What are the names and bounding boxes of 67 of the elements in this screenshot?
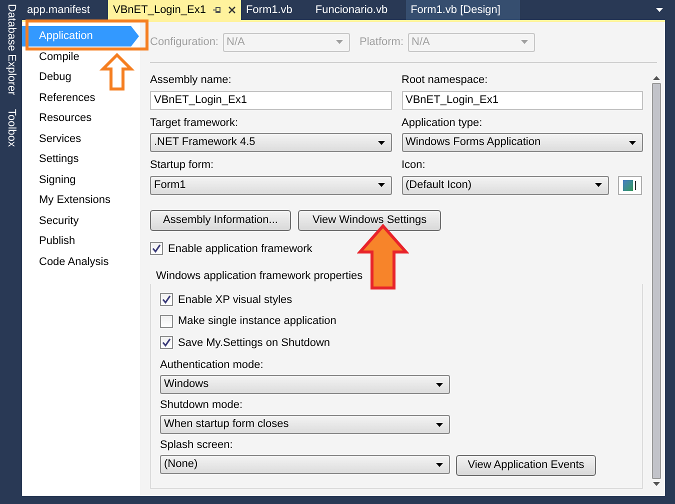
dropdown[interactable]: .NET Framework 4.5: [150, 133, 392, 152]
dropdown-caret-icon: [436, 422, 443, 426]
document-tab[interactable]: Funcionario.vb: [310, 0, 406, 20]
pin-icon[interactable]: [212, 6, 222, 14]
dropdown[interactable]: Windows: [160, 375, 450, 394]
dropdown-caret-icon: [629, 140, 636, 144]
sidebar-item[interactable]: References: [22, 88, 140, 108]
sidebar-item[interactable]: Compile: [22, 46, 140, 67]
side-panel-tab[interactable]: Database Explorer: [2, 4, 20, 96]
dropdown-caret-icon: [436, 462, 443, 466]
push-button[interactable]: View Application Events: [456, 455, 596, 476]
checkbox-label: Enable XP visual styles: [178, 292, 292, 308]
dropdown-caret-icon: [436, 382, 443, 386]
sidebar-item[interactable]: Settings: [22, 149, 140, 170]
sidebar-item[interactable]: Security: [22, 210, 140, 231]
dropdown[interactable]: (Default Icon): [402, 176, 608, 194]
dropdown[interactable]: Form1: [150, 176, 392, 194]
sidebar-item[interactable]: Code Analysis: [22, 252, 140, 272]
sidebar-item[interactable]: Publish: [22, 231, 140, 252]
field-label: Target framework:: [150, 116, 240, 130]
dropdown-caret-icon: [378, 183, 384, 187]
sidebar-item[interactable]: Debug: [22, 67, 140, 88]
field-label: Icon:: [402, 158, 426, 173]
dropdown-caret-icon: [520, 40, 528, 44]
dropdown[interactable]: When startup form closes: [160, 415, 450, 434]
push-button[interactable]: Assembly Information...: [150, 210, 291, 230]
icon-preview: [618, 176, 642, 194]
arrow-icon: [99, 52, 135, 90]
dropdown[interactable]: Windows Forms Application: [402, 133, 643, 152]
checkbox-label: Make single instance application: [178, 314, 336, 329]
field-label: Assembly name:: [150, 73, 232, 88]
checkbox[interactable]: [150, 242, 163, 256]
field-label: Startup form:: [150, 158, 215, 173]
document-tab[interactable]: app.manifest: [22, 0, 108, 20]
dropdown-caret-icon[interactable]: [656, 8, 663, 12]
field-label: Platform:: [360, 34, 404, 50]
checkbox[interactable]: [160, 293, 173, 306]
input-field[interactable]: VBnET_Login_Ex1: [402, 90, 643, 110]
field-label: Configuration:: [150, 34, 218, 50]
scroll-down-icon[interactable]: [652, 482, 660, 486]
checkbox[interactable]: [160, 336, 173, 350]
dropdown[interactable]: (None): [160, 455, 450, 474]
side-panel-tab[interactable]: Toolbox: [2, 109, 20, 148]
sidebar-item[interactable]: My Extensions: [22, 190, 140, 210]
checkbox-label: Save My.Settings on Shutdown: [178, 336, 330, 350]
scroll-up-icon[interactable]: [652, 76, 660, 80]
checkbox[interactable]: [160, 314, 173, 328]
field-label: Splash screen:: [160, 438, 234, 453]
push-button[interactable]: View Windows Settings: [298, 210, 441, 230]
field-label: Root namespace:: [402, 73, 489, 88]
sidebar-item[interactable]: Services: [22, 128, 140, 149]
dropdown-caret-icon: [594, 183, 602, 187]
field-label: Authentication mode:: [160, 358, 264, 373]
document-tab[interactable]: VBnET_Login_Ex1: [108, 0, 241, 20]
close-icon[interactable]: [228, 6, 236, 14]
scrollbar-thumb[interactable]: [652, 83, 660, 479]
field-label: Application type:: [402, 116, 484, 130]
dropdown-caret-icon: [336, 40, 342, 44]
sidebar-item[interactable]: Signing: [22, 170, 140, 190]
group-title: Windows application framework properties: [155, 269, 364, 284]
checkbox-label: Enable application framework: [168, 242, 312, 256]
document-tab[interactable]: Form1.vb: [240, 0, 310, 20]
dropdown-caret-icon: [378, 140, 384, 144]
input-field[interactable]: VBnET_Login_Ex1: [150, 90, 392, 110]
field-label: Shutdown mode:: [160, 398, 244, 413]
sidebar-item[interactable]: Resources: [22, 108, 140, 128]
document-tab[interactable]: Form1.vb [Design]: [406, 0, 520, 20]
